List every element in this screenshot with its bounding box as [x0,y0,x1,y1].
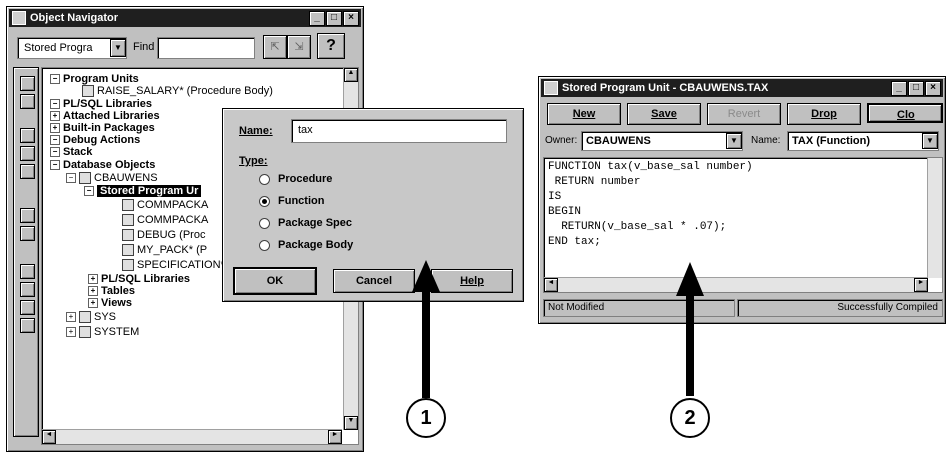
callout-1: 1 [406,398,446,438]
callout-2: 2 [670,398,710,438]
callout-arrows [412,260,704,398]
arrow-1-head [412,260,440,292]
arrow-1-shaft [422,290,430,398]
arrow-2-shaft [686,294,694,396]
arrow-2-head [676,262,704,296]
